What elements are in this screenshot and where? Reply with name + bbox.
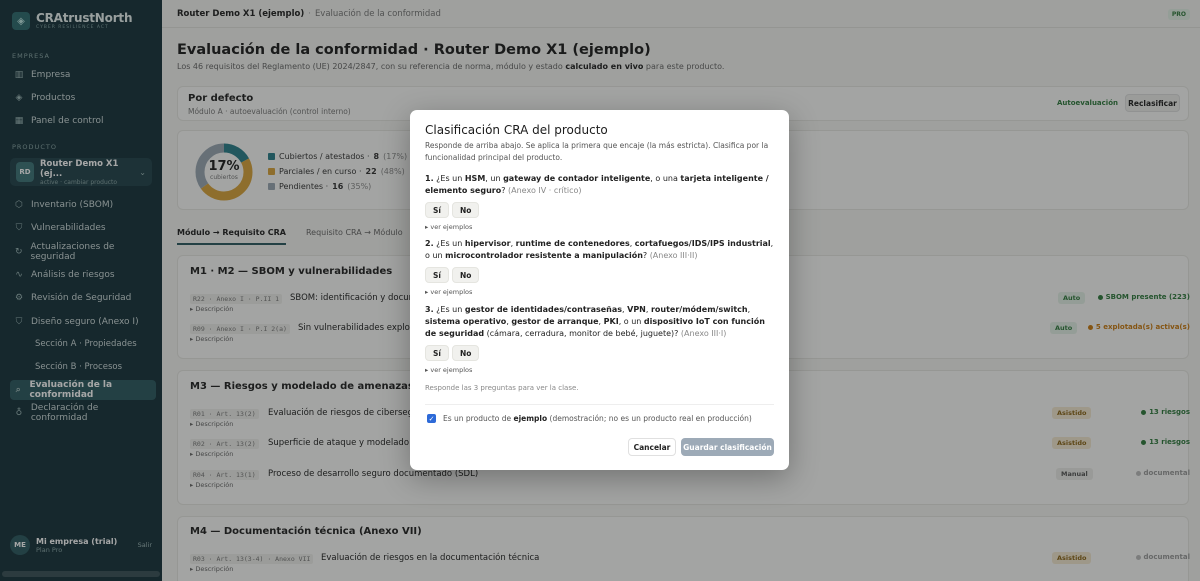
dialog-hint: Responde las 3 preguntas para ver la cla… [425, 384, 579, 392]
q2-no-button[interactable]: No [451, 267, 480, 283]
q2-examples-toggle[interactable]: ▸ ver ejemplos [425, 288, 472, 296]
example-product-checkbox-row[interactable]: ✓ Es un producto de ejemplo (demostració… [427, 414, 752, 423]
q1-yes-button[interactable]: Sí [425, 202, 449, 218]
question-1: 1. ¿Es un HSM, un gateway de contador in… [425, 174, 769, 195]
classification-dialog: Clasificación CRA del producto Responde … [410, 110, 789, 470]
dialog-intro: Responde de arriba abajo. Se aplica la p… [425, 141, 769, 162]
q3-yes-button[interactable]: Sí [425, 345, 449, 361]
q3-no-button[interactable]: No [451, 345, 480, 361]
q3-examples-toggle[interactable]: ▸ ver ejemplos [425, 366, 472, 374]
question-3-answers: Sí No [425, 345, 480, 361]
question-3: 3. ¿Es un gestor de identidades/contrase… [425, 305, 765, 338]
example-product-checkbox[interactable]: ✓ [427, 414, 436, 423]
q1-no-button[interactable]: No [451, 202, 480, 218]
example-product-label: Es un producto de ejemplo (demostración;… [443, 414, 752, 423]
save-classification-button[interactable]: Guardar clasificación [681, 438, 774, 456]
question-1-answers: Sí No [425, 202, 480, 218]
question-2: 2. ¿Es un hipervisor, runtime de contene… [425, 239, 774, 260]
dialog-title: Clasificación CRA del producto [425, 123, 608, 137]
q2-yes-button[interactable]: Sí [425, 267, 449, 283]
q1-examples-toggle[interactable]: ▸ ver ejemplos [425, 223, 472, 231]
question-2-answers: Sí No [425, 267, 480, 283]
cancel-button[interactable]: Cancelar [628, 438, 676, 456]
dialog-divider [425, 404, 774, 405]
